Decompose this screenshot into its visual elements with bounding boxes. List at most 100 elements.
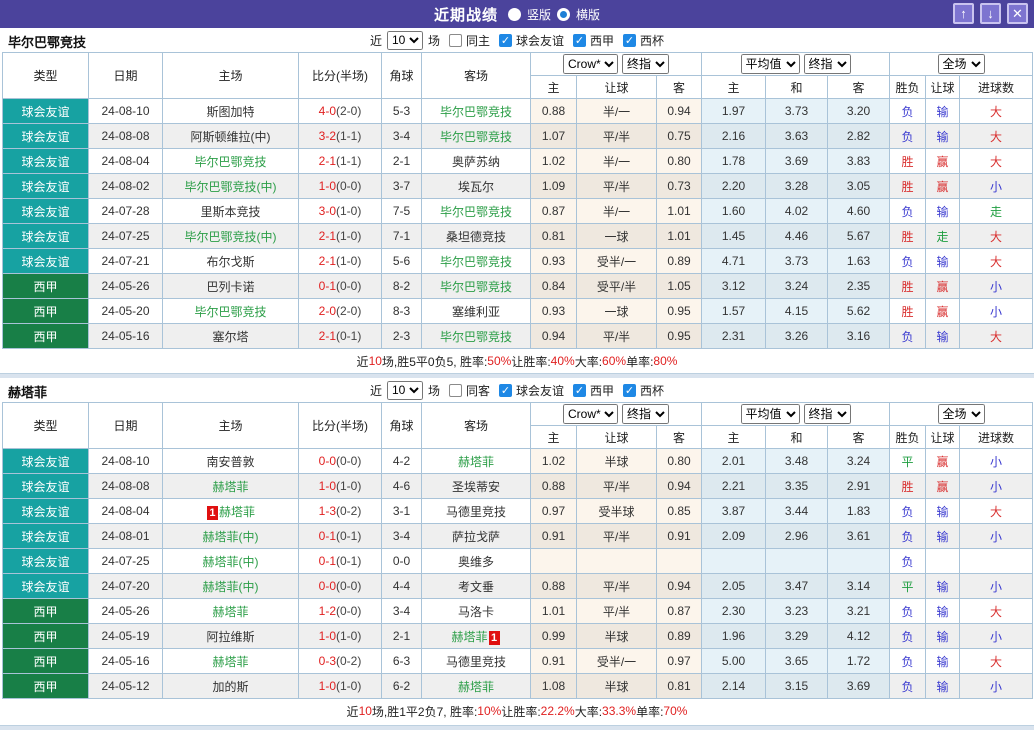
copa-filter-checkbox[interactable]: ✓ [623,383,637,397]
fullmatch-select[interactable]: 全场 [937,404,985,424]
score-cell: 1-0(1-0) [298,623,382,649]
crow-odds: 0.81 [530,223,577,249]
friendly-filter-checkbox[interactable]: ✓ [499,383,512,397]
summary-part: 10 [368,354,382,368]
fullmatch-group-header: 全场 [889,402,1034,426]
away-team: 毕尔巴鄂竞技 [421,98,531,124]
final-index-select[interactable]: 终指 [803,404,851,424]
match-row: 西甲 24-05-26 巴列卡诺 0-1(0-0) 8-2 毕尔巴鄂竞技 0.84 受平/半 1… [2,273,1034,299]
league-badge: 西甲 [2,598,89,624]
move-up-button[interactable]: ↑ [953,3,974,24]
final-index-select[interactable]: 终指 [622,404,669,424]
summary-part: 大率: [574,354,603,369]
vertical-layout-radio[interactable] [507,7,521,21]
league-badge: 球会友谊 [2,473,89,499]
match-date: 24-08-04 [88,498,163,524]
col-avg-away: 客 [826,425,891,449]
same-venue-label: 同客 [465,383,490,398]
match-date: 24-07-25 [88,548,163,574]
crow-odds: 0.88 [530,98,577,124]
team-name: 赫塔菲 [8,385,48,400]
result-mark: 输 [925,248,961,274]
recent-count-select[interactable]: 10 [386,380,423,400]
friendly-filter-checkbox[interactable]: ✓ [499,33,512,47]
move-down-button[interactable]: ↓ [980,3,1001,24]
home-team: 塞尔塔 [162,323,299,349]
result-mark: 小 [959,298,1034,324]
same-venue-checkbox[interactable] [448,33,462,47]
games-label: 场 [427,383,440,398]
copa-filter-checkbox[interactable]: ✓ [623,33,637,47]
average-select[interactable]: 平均值 [740,404,800,424]
crow-odds: 1.01 [656,223,702,249]
away-team: 萨拉戈萨 [421,523,531,549]
home-team: 阿拉维斯 [162,623,299,649]
final-index-select[interactable]: 终指 [803,54,851,74]
copa-filter-label: 西杯 [640,33,665,48]
home-team: 毕尔巴鄂竞技(中) [162,223,299,249]
team-name: 毕尔巴鄂竞技 [8,35,87,50]
same-venue-checkbox[interactable] [448,383,462,397]
col-crow-handicap: 让球 [576,425,657,449]
col-date: 日期 [88,402,163,449]
horizontal-layout-radio[interactable] [557,7,570,21]
friendly-filter-label: 球会友谊 [516,33,565,48]
avg-odds: 2.20 [701,173,766,199]
avg-odds: 1.63 [826,248,891,274]
close-button[interactable]: ✕ [1007,3,1028,24]
league-badge: 球会友谊 [2,548,89,574]
result-mark: 输 [925,98,961,124]
col-home: 主场 [162,52,299,99]
crow-odds: 半/一 [576,98,657,124]
home-team: 赫塔菲(中) [162,523,299,549]
match-date: 24-05-19 [88,623,163,649]
corner-score: 6-3 [381,648,422,674]
result-mark: 小 [959,473,1034,499]
result-mark: 胜 [889,223,927,249]
summary-part: 33.3% [602,704,637,718]
final-index-select[interactable]: 终指 [622,54,669,74]
result-mark: 输 [925,648,961,674]
avg-odds: 3.21 [826,598,891,624]
away-team: 桑坦德竞技 [421,223,531,249]
fullmatch-select[interactable]: 全场 [937,54,985,74]
result-mark: 负 [889,623,927,649]
result-mark: 赢 [925,148,961,174]
avg-odds: 1.83 [826,498,891,524]
score-cell: 1-0(1-0) [298,673,382,699]
summary-line: 近 10 场,胜5平0负5, 胜率: 50% 让胜率: 40% 大率: 60% 单率: 80… [0,349,1034,373]
home-team: 巴列卡诺 [162,273,299,299]
crow-odds: 0.75 [656,123,702,149]
avg-odds [701,548,766,574]
match-row: 球会友谊 24-07-20 赫塔菲(中) 0-0(0-0) 4-4 考文垂 0.88 平/半 0… [2,573,1034,599]
match-date: 24-05-26 [88,273,163,299]
score-cell: 3-2(1-1) [298,123,382,149]
result-mark [925,548,961,574]
match-row: 球会友谊 24-07-21 布尔戈斯 2-1(1-0) 5-6 毕尔巴鄂竞技 0.93 受半/… [2,248,1034,274]
crow-odds: 平/半 [576,598,657,624]
crow-provider-select[interactable]: Crow* [563,404,618,424]
average-select[interactable]: 平均值 [740,54,800,74]
corner-score: 5-6 [381,248,422,274]
result-mark: 大 [959,123,1034,149]
col-date: 日期 [88,52,163,99]
league-badge: 球会友谊 [2,148,89,174]
result-mark: 输 [925,498,961,524]
crow-provider-select[interactable]: Crow* [563,54,618,74]
result-mark: 胜 [889,298,927,324]
crow-odds: 受半球 [576,498,657,524]
away-team: 毕尔巴鄂竞技 [421,198,531,224]
summary-part: 22.2% [540,704,575,718]
match-date: 24-05-16 [88,323,163,349]
league-badge: 球会友谊 [2,223,89,249]
col-goals: 进球数 [959,425,1034,449]
avg-odds: 3.23 [765,598,828,624]
home-team: 赫塔菲(中) [162,573,299,599]
avg-odds: 5.00 [701,648,766,674]
recent-count-select[interactable]: 10 [386,30,423,50]
match-row: 球会友谊 24-07-28 里斯本竞技 3-0(1-0) 7-5 毕尔巴鄂竞技 0.87 半/… [2,198,1034,224]
avg-odds: 4.12 [826,623,891,649]
laliga-filter-checkbox[interactable]: ✓ [573,383,587,397]
laliga-filter-checkbox[interactable]: ✓ [573,33,587,47]
result-mark: 输 [925,598,961,624]
